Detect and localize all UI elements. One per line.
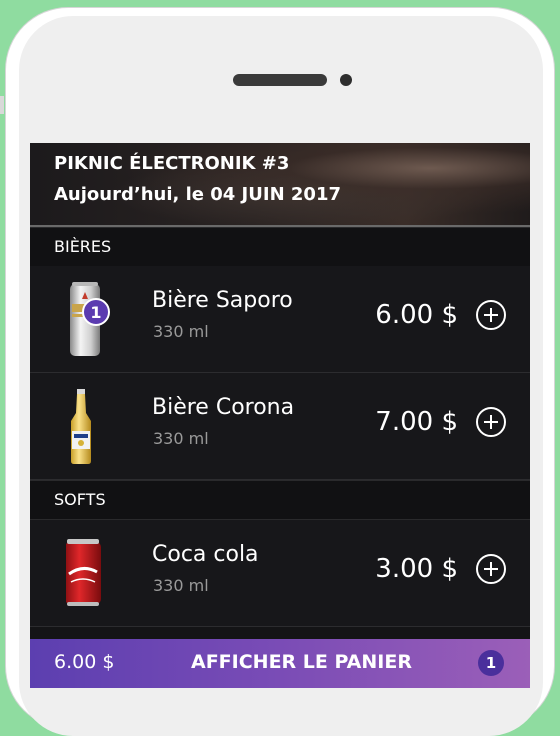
phone-speaker (233, 74, 327, 86)
list-item-coca-cola[interactable]: Coca cola 330 ml 3.00 $ (30, 520, 530, 627)
section-header-softs: SOFTS (30, 480, 530, 520)
add-item-button[interactable] (476, 554, 506, 584)
event-title: PIKNIC ÉLECTRONIK #3 (54, 153, 290, 174)
item-volume: 330 ml (153, 576, 209, 595)
section-label: BIÈRES (54, 237, 112, 256)
phone-camera (340, 74, 352, 86)
phone-side-button (0, 96, 4, 114)
item-price: 7.00 $ (375, 407, 458, 437)
item-name: Bière Corona (152, 395, 295, 420)
event-date: Aujourd’hui, le 04 JUIN 2017 (54, 184, 341, 205)
item-name: Bière Saporo (152, 288, 293, 313)
quantity-badge: 1 (82, 298, 110, 326)
item-volume: 330 ml (153, 429, 209, 448)
view-cart-button[interactable]: 6.00 $ AFFICHER LE PANIER 1 (30, 639, 530, 688)
item-volume: 330 ml (153, 322, 209, 341)
list-item-biere-saporo[interactable]: 1 Bière Saporo 330 ml 6.00 $ (30, 266, 530, 373)
cart-count-badge: 1 (478, 650, 504, 676)
list-item-biere-corona[interactable]: Bière Corona 330 ml 7.00 $ (30, 373, 530, 480)
app-screen: PIKNIC ÉLECTRONIK #3 Aujourd’hui, le 04 … (30, 143, 530, 688)
add-item-button[interactable] (476, 407, 506, 437)
section-label: SOFTS (54, 490, 106, 509)
item-price: 6.00 $ (375, 300, 458, 330)
cart-total: 6.00 $ (54, 651, 115, 673)
item-price: 3.00 $ (375, 554, 458, 584)
cart-label: AFFICHER LE PANIER (191, 651, 412, 673)
section-header-bieres: BIÈRES (30, 227, 530, 267)
add-item-button[interactable] (476, 300, 506, 330)
event-header: PIKNIC ÉLECTRONIK #3 Aujourd’hui, le 04 … (30, 143, 530, 227)
beer-bottle-icon (66, 387, 116, 465)
soda-can-icon (66, 534, 116, 612)
item-name: Coca cola (152, 542, 259, 567)
